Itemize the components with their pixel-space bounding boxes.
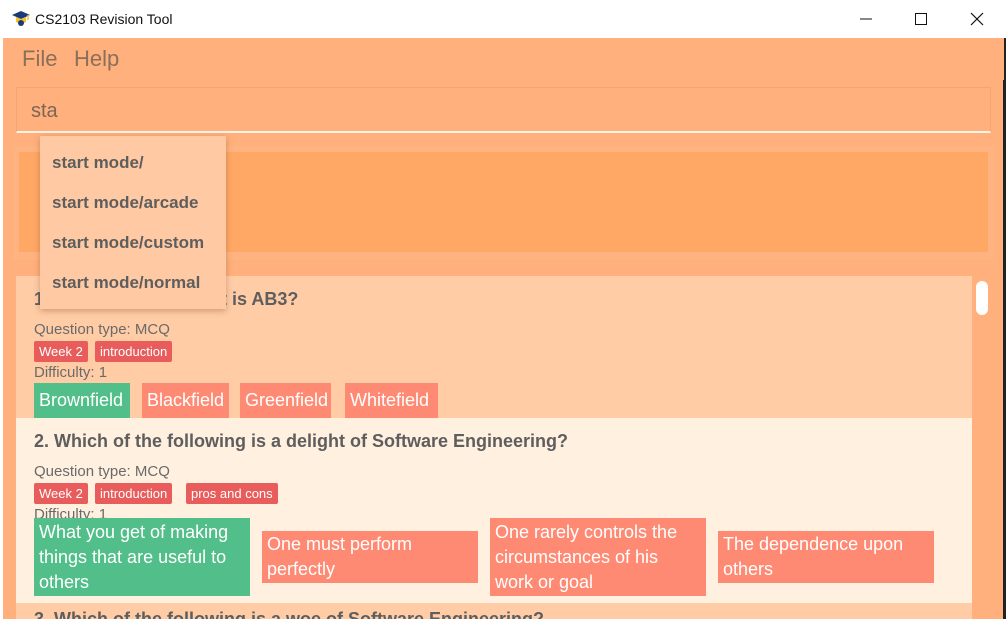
question-card[interactable]: 2. Which of the following is a delight o… xyxy=(16,418,972,603)
option-wrong[interactable]: One rarely controls the circumstances of… xyxy=(490,518,706,596)
option-correct[interactable]: Brownfield xyxy=(34,383,130,418)
autocomplete-item[interactable]: start mode/custom xyxy=(52,233,204,253)
option-wrong[interactable]: One must perform perfectly xyxy=(262,531,478,583)
autocomplete-item[interactable]: start mode/normal xyxy=(52,273,200,293)
question-difficulty: Difficulty: 1 xyxy=(34,364,108,381)
tag: Week 2 xyxy=(34,483,88,504)
minimize-button[interactable] xyxy=(838,0,894,38)
question-card[interactable]: 3. Which of the following is a woe of So… xyxy=(16,603,972,619)
maximize-icon xyxy=(915,13,927,25)
question-type: Question type: MCQ xyxy=(34,463,170,480)
menu-bar: File Help xyxy=(3,38,1004,80)
maximize-button[interactable] xyxy=(893,0,949,38)
title-bar: CS2103 Revision Tool xyxy=(0,0,1006,38)
question-title: 2. Which of the following is a delight o… xyxy=(34,431,569,451)
window-title: CS2103 Revision Tool xyxy=(35,11,173,27)
menu-file[interactable]: File xyxy=(22,46,57,72)
menu-help[interactable]: Help xyxy=(74,46,119,72)
autocomplete-dropdown: start mode/ start mode/arcade start mode… xyxy=(40,136,226,309)
command-input[interactable]: sta xyxy=(16,87,991,133)
question-title: 3. Which of the following is a woe of So… xyxy=(34,609,545,619)
scrollbar-track[interactable] xyxy=(973,269,994,619)
tag: introduction xyxy=(95,341,173,362)
question-type: Question type: MCQ xyxy=(34,321,170,338)
autocomplete-item[interactable]: start mode/ xyxy=(52,153,144,173)
autocomplete-item[interactable]: start mode/arcade xyxy=(52,193,198,213)
minimize-icon xyxy=(860,18,872,20)
option-wrong[interactable]: Greenfield xyxy=(240,383,331,418)
tag: Week 2 xyxy=(34,341,88,362)
tag: introduction xyxy=(95,483,173,504)
option-wrong[interactable]: The dependence upon others xyxy=(718,531,934,583)
close-button[interactable] xyxy=(949,0,1005,38)
question-list[interactable]: 1. What kind of project is AB3? Question… xyxy=(13,269,994,619)
option-wrong[interactable]: Whitefield xyxy=(345,383,438,418)
option-correct[interactable]: What you get of making things that are u… xyxy=(34,518,250,596)
graduation-cap-icon xyxy=(11,9,31,29)
tag: pros and cons xyxy=(186,483,278,504)
scrollbar-thumb[interactable] xyxy=(976,281,988,315)
option-wrong[interactable]: Blackfield xyxy=(142,383,229,418)
close-icon xyxy=(970,12,984,26)
command-input-value: sta xyxy=(31,100,58,122)
